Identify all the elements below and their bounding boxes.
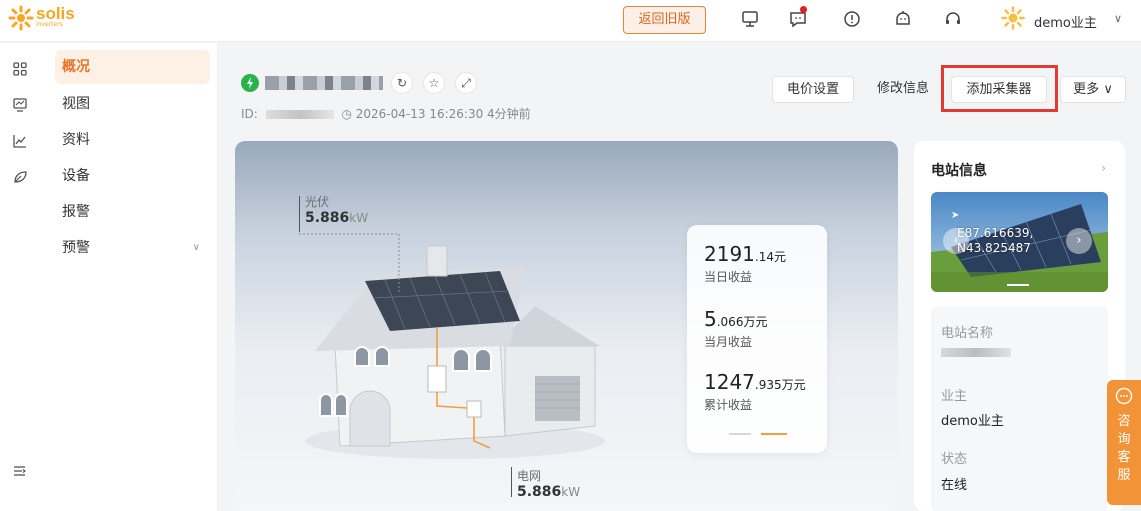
station-name-label: 电站名称 (941, 326, 994, 341)
income-total-value: 1247 (704, 370, 755, 394)
top-bar: solis inverters 返回旧版 demo业主 ∨ (0, 0, 1141, 42)
grid-indicator-line (511, 467, 512, 497)
carousel-dot-active[interactable] (761, 433, 787, 435)
grid-power-value: 5.886 (517, 484, 562, 500)
station-name-redacted (941, 348, 1011, 357)
income-today-unit: .14元 (754, 250, 786, 264)
location-arrow-icon: ➤ (951, 210, 960, 221)
more-label: 更多 (1073, 82, 1100, 97)
icon-rail (0, 43, 40, 511)
income-today-label: 当日收益 (704, 270, 753, 284)
customer-service-button[interactable]: 咨 询 客 服 (1107, 380, 1141, 505)
online-status-icon (241, 74, 259, 92)
sidebar-item-view[interactable]: 视图 (55, 87, 210, 121)
monitor-screen-icon[interactable] (12, 97, 28, 113)
leaf-icon[interactable] (12, 169, 28, 185)
pv-indicator-line (299, 196, 300, 232)
edit-info-button[interactable]: 修改信息 (864, 76, 942, 103)
notification-dot (800, 6, 807, 13)
station-photo: ➤ E87.616639, N43.825487 ‹ › (931, 192, 1108, 292)
sidebar-item-label: 预警 (62, 240, 90, 256)
back-to-old-version-button[interactable]: 返回旧版 (623, 6, 706, 34)
sun-logo-icon (8, 5, 34, 31)
sidebar-item-warnings[interactable]: 预警 ∨ (55, 231, 210, 265)
consult-char: 询 (1117, 432, 1131, 447)
income-month: 5.066万元 当月收益 (704, 308, 767, 350)
plant-id-redacted (265, 110, 334, 119)
pv-flow: 光伏 5.886kW (305, 193, 368, 226)
income-month-unit: .066万元 (716, 315, 768, 329)
status-value: 在线 (941, 478, 968, 493)
grid-power-unit: kW (561, 485, 581, 499)
id-label: ID: (241, 107, 258, 121)
highlight-box (941, 65, 1058, 112)
owner-label: 业主 (941, 389, 968, 404)
income-month-value: 5 (704, 307, 717, 331)
line-chart-icon[interactable] (12, 133, 28, 149)
station-info-more-icon[interactable]: › (1101, 161, 1106, 175)
sidebar-item-devices[interactable]: 设备 (55, 159, 210, 193)
chat-bubble-icon (1115, 387, 1133, 405)
pv-label: 光伏 (305, 195, 330, 209)
sidebar-item-overview[interactable]: 概况 (55, 50, 210, 84)
collapse-menu-icon[interactable] (12, 463, 28, 479)
overview-grid-icon[interactable] (12, 61, 28, 77)
sidebar-item-data[interactable]: 资料 (55, 123, 210, 157)
station-info-title: 电站信息 (931, 163, 987, 179)
owner-value: demo业主 (941, 414, 1004, 429)
star-icon[interactable]: ☆ (423, 72, 445, 94)
user-menu-chevron-icon[interactable]: ∨ (1114, 12, 1122, 25)
grid-flow: 电网 5.886kW (517, 467, 580, 500)
price-settings-button[interactable]: 电价设置 (772, 76, 854, 103)
plant-name-redacted (265, 76, 383, 90)
consult-char: 咨 (1117, 414, 1131, 429)
expand-icon[interactable]: ⤢ (455, 72, 477, 94)
income-total-label: 累计收益 (704, 398, 753, 412)
info-icon[interactable] (842, 9, 862, 29)
income-total: 1247.935万元 累计收益 (704, 371, 806, 413)
carousel-dot[interactable] (729, 433, 751, 435)
monitor-icon[interactable] (740, 9, 760, 29)
chevron-down-icon: ∨ (192, 242, 200, 253)
user-avatar[interactable] (1001, 6, 1025, 30)
income-today: 2191.14元 当日收益 (704, 243, 786, 285)
income-panel: 2191.14元 当日收益 5.066万元 当月收益 1247.935万元 累计… (687, 225, 827, 453)
photo-prev-icon[interactable]: ‹ (943, 228, 969, 254)
headset-icon[interactable] (943, 9, 963, 29)
last-update-time: ◷ 2026-04-13 16:26:30 4分钟前 (341, 107, 531, 121)
refresh-icon[interactable]: ↻ (391, 72, 413, 94)
robot-icon[interactable] (893, 9, 913, 29)
consult-char: 客 (1117, 450, 1131, 465)
logo-wordmark: solis (36, 4, 75, 23)
more-menu-button[interactable]: 更多 ∨ (1060, 76, 1126, 103)
pv-connector-line (299, 233, 400, 293)
income-today-value: 2191 (704, 242, 755, 266)
photo-indicator (1007, 284, 1029, 286)
sidebar-item-alarms[interactable]: 报警 (55, 195, 210, 229)
photo-next-icon[interactable]: › (1066, 228, 1092, 254)
pv-power-unit: kW (349, 211, 369, 225)
pv-power-value: 5.886 (305, 210, 350, 226)
grid-label: 电网 (517, 469, 542, 483)
sidebar-nav: 概况 视图 资料 设备 报警 预警 ∨ (40, 43, 218, 511)
station-details: 电站名称 业主 demo业主 状态 在线 (931, 306, 1108, 511)
income-total-unit: .935万元 (754, 378, 806, 392)
station-info-card: 电站信息 › ➤ E87.616639, N43.825487 ‹ › 电站名称… (914, 141, 1125, 511)
energy-flow-card: 光伏 5.886kW 电网 5.886kW 2191.14元 当日收益 5.06… (235, 141, 898, 511)
solis-logo[interactable]: solis inverters (8, 5, 75, 31)
income-month-label: 当月收益 (704, 335, 753, 349)
plant-id-row: ID: ◷ 2026-04-13 16:26:30 4分钟前 (241, 105, 531, 122)
status-label: 状态 (941, 452, 968, 467)
consult-char: 服 (1117, 468, 1131, 483)
chevron-down-icon: ∨ (1103, 82, 1113, 97)
user-name[interactable]: demo业主 (1034, 12, 1097, 31)
